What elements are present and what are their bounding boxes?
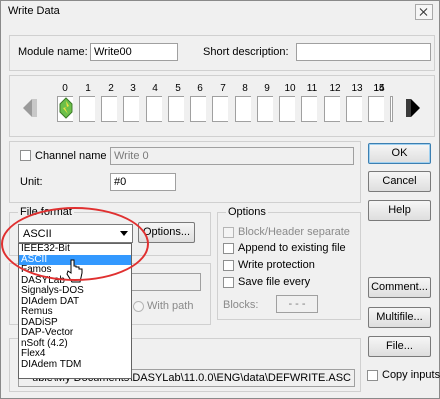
channel-slot[interactable] — [324, 96, 340, 122]
channel-0-connector-icon[interactable] — [59, 97, 73, 119]
unit-label: Unit: — [20, 176, 43, 188]
channel-name-checkbox[interactable] — [20, 150, 31, 161]
dropdown-option[interactable]: Flex4 — [19, 348, 131, 360]
extension-input[interactable] — [131, 273, 201, 291]
copy-inputs-checkbox[interactable] — [367, 370, 378, 381]
arrow-left-icon — [23, 99, 37, 117]
options-button[interactable]: Options... — [138, 222, 195, 243]
write-data-dialog: Write Data Module name: Write00 Short de… — [0, 0, 440, 399]
channel-number: 15 — [373, 83, 385, 94]
append-label: Append to existing file — [238, 242, 346, 254]
module-name-input[interactable]: Write00 — [90, 43, 178, 61]
module-name-label: Module name: — [18, 46, 88, 58]
block-header-checkbox[interactable] — [223, 227, 234, 238]
scroll-right-button[interactable] — [404, 97, 422, 119]
channel-number: 13 — [351, 83, 363, 94]
write-protection-label: Write protection — [238, 259, 315, 271]
connector-icon — [59, 97, 73, 119]
options-label: Options — [226, 206, 268, 218]
arrow-right-icon — [406, 99, 420, 117]
unit-input[interactable]: #0 — [110, 173, 176, 191]
channel-slot[interactable] — [101, 96, 117, 122]
block-header-label: Block/Header separate — [238, 226, 350, 238]
channel-number: 7 — [220, 83, 226, 94]
file-format-selected: ASCII — [23, 228, 52, 240]
channel-slot[interactable] — [390, 96, 393, 122]
channel-slot[interactable] — [257, 96, 273, 122]
short-description-label: Short description: — [203, 46, 289, 58]
window-title: Write Data — [8, 5, 60, 17]
ok-button[interactable]: OK — [368, 143, 431, 164]
append-checkbox[interactable] — [223, 243, 234, 254]
channel-number: 10 — [284, 83, 296, 94]
channel-slot[interactable] — [368, 96, 384, 122]
comment-button[interactable]: Comment... — [368, 277, 431, 298]
channel-name-input[interactable]: Write 0 — [110, 147, 354, 165]
channel-number: 5 — [175, 83, 181, 94]
channel-slot[interactable] — [301, 96, 317, 122]
dropdown-option[interactable]: IEEE32-Bit — [19, 243, 131, 255]
channel-number: 12 — [329, 83, 341, 94]
scroll-left-button[interactable] — [21, 97, 39, 119]
with-path-label: With path — [147, 300, 194, 312]
channel-slot[interactable] — [279, 96, 295, 122]
chevron-down-icon — [120, 231, 128, 236]
channel-name-label: Channel name — [35, 150, 107, 162]
channel-slot[interactable] — [123, 96, 139, 122]
multifile-button[interactable]: Multifile... — [368, 307, 431, 328]
dropdown-option[interactable]: Remus — [19, 306, 131, 318]
channel-slot[interactable] — [168, 96, 184, 122]
mouse-cursor-icon — [66, 259, 84, 285]
help-button[interactable]: Help — [368, 200, 431, 221]
with-path-radio[interactable] — [133, 301, 144, 312]
close-icon[interactable] — [415, 4, 433, 20]
dropdown-option[interactable]: DAP-Vector — [19, 327, 131, 339]
file-format-select[interactable]: ASCII — [18, 224, 133, 243]
file-button[interactable]: File... — [368, 336, 431, 357]
channel-number: 1 — [85, 83, 91, 94]
channel-number: 6 — [197, 83, 203, 94]
blocks-input[interactable]: - - - — [276, 295, 318, 313]
channel-number: 4 — [152, 83, 158, 94]
channel-slot[interactable] — [190, 96, 206, 122]
channel-slot[interactable] — [79, 96, 95, 122]
channel-slot[interactable] — [212, 96, 228, 122]
channel-number: 8 — [242, 83, 248, 94]
dropdown-option[interactable]: Signalys-DOS — [19, 285, 131, 297]
channel-number: 9 — [264, 83, 270, 94]
channel-number: 3 — [130, 83, 136, 94]
write-protection-checkbox[interactable] — [223, 260, 234, 271]
channel-slot[interactable] — [346, 96, 362, 122]
title-bar: Write Data — [1, 1, 439, 23]
channel-number: 11 — [306, 83, 318, 94]
copy-inputs-label: Copy inputs — [382, 369, 440, 381]
cancel-button[interactable]: Cancel — [368, 171, 431, 192]
channel-slot[interactable] — [146, 96, 162, 122]
save-every-checkbox[interactable] — [223, 277, 234, 288]
channel-slot[interactable] — [235, 96, 251, 122]
save-every-label: Save file every — [238, 276, 311, 288]
channel-number: 0 — [62, 83, 68, 94]
file-format-label: File format — [18, 206, 74, 218]
short-description-input[interactable] — [296, 43, 431, 61]
channel-number: 2 — [108, 83, 114, 94]
dropdown-option[interactable]: DIAdem TDM — [19, 359, 131, 371]
blocks-label: Blocks: — [223, 299, 259, 311]
